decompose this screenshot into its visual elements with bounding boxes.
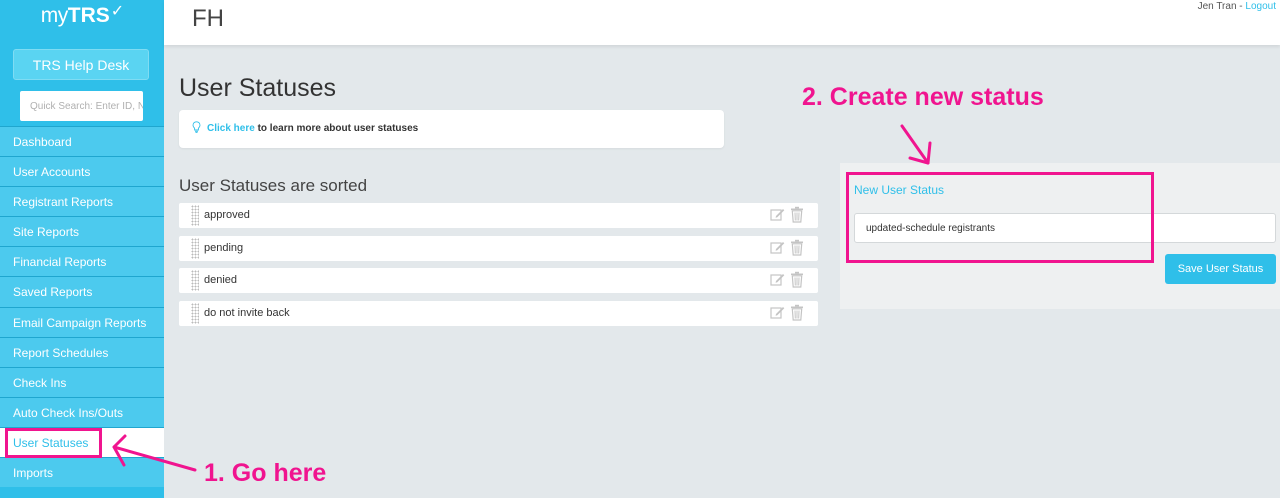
user-name[interactable]: Jen Tran [1198, 1, 1237, 12]
learn-more-text: to learn more about user statuses [254, 123, 419, 134]
help-desk-button[interactable]: TRS Help Desk [13, 49, 149, 80]
status-label: do not invite back [204, 306, 290, 319]
sidebar-item-email-campaign-reports[interactable]: Email Campaign Reports [0, 306, 164, 337]
status-label: approved [204, 209, 250, 221]
logo-trs: TRS [67, 4, 110, 27]
edit-icon[interactable] [770, 240, 785, 255]
sorted-statuses-heading: User Statuses are sorted [179, 176, 368, 195]
sidebar-item-auto-check-ins-outs[interactable]: Auto Check Ins/Outs [0, 396, 164, 427]
sidebar-item-site-reports[interactable]: Site Reports [0, 216, 164, 247]
edit-icon[interactable] [770, 305, 785, 320]
sidebar-item-dashboard[interactable]: Dashboard [0, 126, 164, 157]
status-row[interactable]: denied [179, 268, 818, 293]
page-title: User Statuses [179, 74, 337, 102]
drag-handle-icon[interactable] [191, 302, 199, 324]
drag-handle-icon[interactable] [191, 205, 199, 226]
trash-icon[interactable] [790, 304, 804, 321]
sidebar-item-registrant-reports[interactable]: Registrant Reports [0, 186, 164, 217]
edit-icon[interactable] [770, 207, 785, 222]
learn-more-link[interactable]: Click here [207, 123, 255, 134]
status-list: approved pending denied do not invite ba… [179, 203, 818, 333]
sidebar-item-financial-reports[interactable]: Financial Reports [0, 246, 164, 277]
status-label: denied [204, 274, 238, 286]
status-row[interactable]: pending [179, 235, 818, 261]
sidebar-item-report-schedules[interactable]: Report Schedules [0, 336, 164, 367]
quick-search-input[interactable] [20, 91, 143, 121]
drag-handle-icon[interactable] [191, 270, 199, 291]
drag-handle-icon[interactable] [191, 237, 199, 259]
status-label: pending [204, 241, 244, 254]
annotation-box-new-status [846, 172, 1154, 263]
logo-check-icon: ✓ [110, 3, 125, 20]
status-row[interactable]: approved [179, 203, 818, 228]
sidebar-item-saved-reports[interactable]: Saved Reports [0, 276, 164, 307]
trash-icon[interactable] [790, 206, 804, 223]
status-row[interactable]: do not invite back [179, 300, 818, 326]
info-box: Click here to learn more about user stat… [179, 110, 724, 148]
user-menu: Jen Tran - Logout [1198, 1, 1276, 12]
sidebar: myTRS✓ TRS Help Desk Dashboard User Acco… [0, 0, 164, 498]
annotation-step2: 2. Create new status [802, 83, 1044, 111]
lightbulb-icon [192, 121, 201, 134]
annotation-box-user-statuses [5, 428, 102, 458]
sidebar-item-check-ins[interactable]: Check Ins [0, 366, 164, 397]
top-header: FH Jen Tran - Logout [164, 0, 1280, 45]
annotation-step1: 1. Go here [204, 459, 327, 487]
org-title: FH [192, 5, 224, 32]
arrow-icon [900, 124, 932, 165]
trash-icon[interactable] [790, 239, 804, 256]
mytrs-logo[interactable]: myTRS✓ [0, 0, 164, 42]
logout-link[interactable]: Logout [1245, 1, 1276, 12]
sidebar-item-user-accounts[interactable]: User Accounts [0, 156, 164, 187]
logo-my: my [40, 4, 69, 27]
sidebar-item-imports[interactable]: Imports [0, 457, 164, 488]
save-user-status-button[interactable]: Save User Status [1165, 254, 1276, 284]
edit-icon[interactable] [770, 272, 785, 287]
trash-icon[interactable] [790, 271, 804, 288]
